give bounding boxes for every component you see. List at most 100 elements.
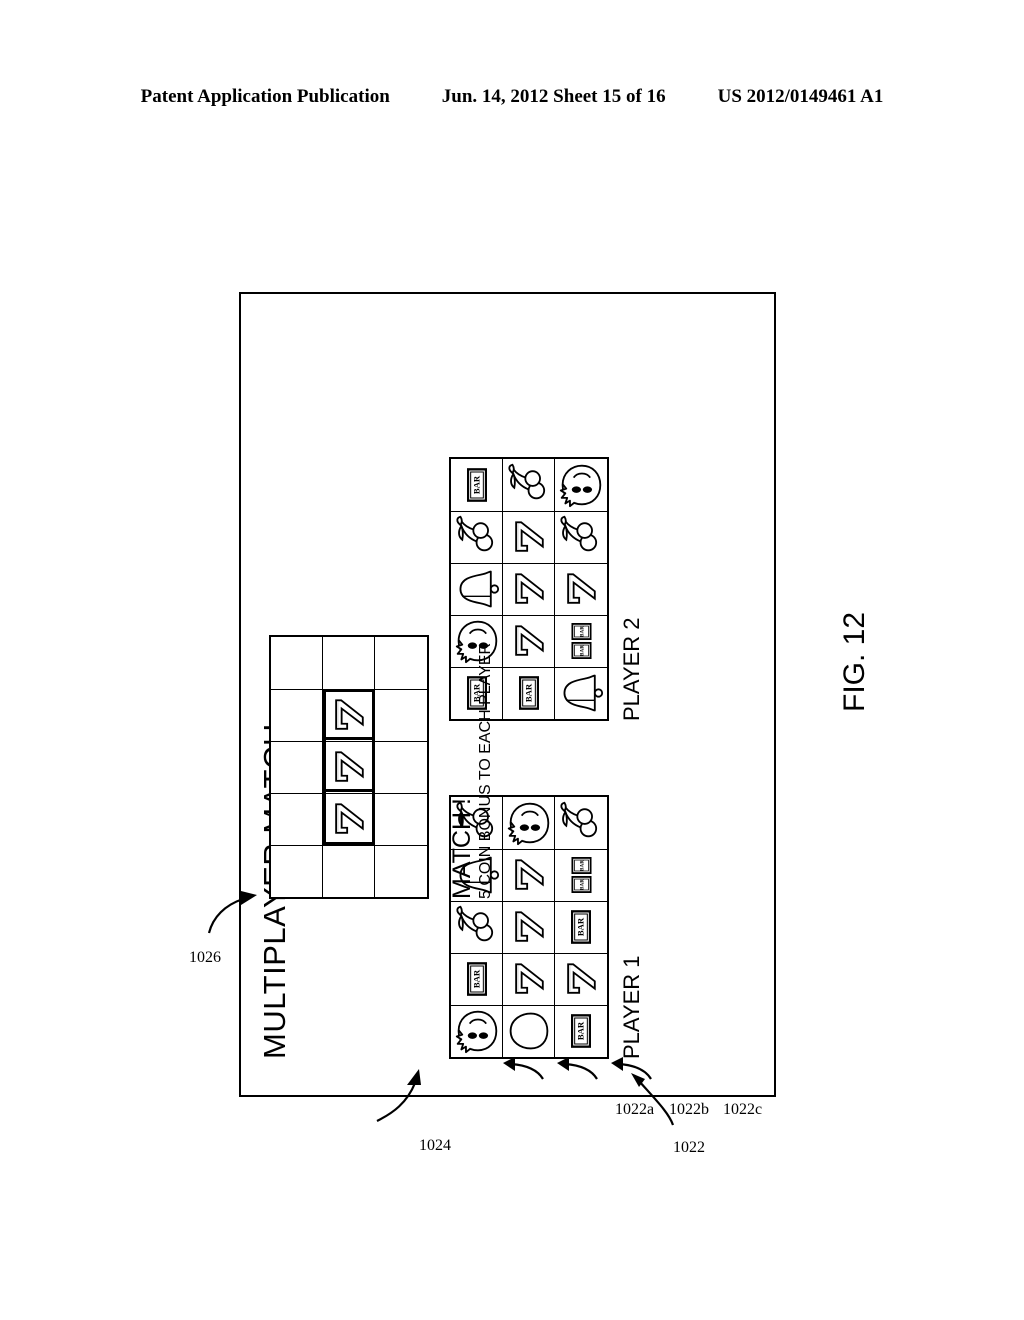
- player-2-reel-cell-r3c1: [555, 667, 607, 719]
- bonus-grid-wrapper: [269, 635, 429, 899]
- bonus-reel-cell-r1c3: [271, 741, 323, 793]
- cherry-icon: [455, 516, 493, 552]
- svg-text:BAR: BAR: [471, 970, 481, 989]
- svg-text:BAR: BAR: [579, 860, 585, 871]
- bonus-reel-cell-r2c5: [323, 637, 375, 689]
- seven-icon: [334, 803, 364, 835]
- figure-frame: MULTIPLAYER MATCH BARBARBARBARBAR PLAYER…: [189, 292, 776, 1156]
- patent-header: Patent Application Publication Jun. 14, …: [0, 86, 1024, 108]
- lead-line-1022a: [503, 1057, 544, 1080]
- seven-icon: [514, 963, 544, 995]
- publication-number: US 2012/0149461 A1: [717, 86, 884, 107]
- player-1-reel-cell-r2c1: [503, 1005, 555, 1057]
- svg-text:BAR: BAR: [576, 1022, 586, 1041]
- figure-label: FIG. 12: [838, 611, 871, 712]
- face-icon: [559, 464, 602, 508]
- player-2-reel-cell-r3c5: [555, 459, 607, 511]
- seven-icon: [567, 573, 596, 605]
- publication-date-sheet: Jun. 14, 2012 Sheet 15 of 16: [441, 86, 666, 107]
- double-bar-icon: BAR BAR: [570, 857, 592, 894]
- bonus-reel-cell-r1c1: [271, 845, 323, 897]
- player-1-reel-cell-r2c5: [503, 797, 555, 849]
- bell-icon: [563, 675, 604, 712]
- ref-1022: 1022: [673, 1139, 705, 1156]
- cherry-icon: [507, 463, 545, 500]
- player-1-reel-cell-r1c2: BAR: [451, 953, 503, 1005]
- bonus-reel-cell-r3c4: [375, 689, 427, 741]
- bonus-reel-cell-r1c2: [271, 793, 323, 845]
- svg-text:BAR: BAR: [579, 879, 585, 890]
- svg-text:BAR: BAR: [523, 684, 533, 703]
- ref-1022a: 1022a: [615, 1101, 655, 1118]
- lemon-icon: [509, 1013, 548, 1050]
- bonus-reel-cell-r3c1: [375, 845, 427, 897]
- figure-rotated-content: MULTIPLAYER MATCH BARBARBARBARBAR PLAYER…: [189, 294, 774, 1156]
- player-2-reel-cell-r3c3: [555, 563, 607, 615]
- seven-icon: [567, 963, 596, 995]
- svg-text:BAR: BAR: [579, 645, 585, 656]
- lead-line-1026: [207, 891, 257, 934]
- seven-icon: [514, 521, 544, 553]
- bar-icon: BAR: [518, 676, 539, 711]
- svg-text:BAR: BAR: [471, 475, 481, 494]
- bonus-reel-cell-r1c4: [271, 689, 323, 741]
- seven-icon: [514, 573, 544, 605]
- bonus-detail: 5 COIN BONUS TO EACH PLAYER: [477, 642, 495, 899]
- seven-icon: [514, 859, 544, 891]
- player-1-reel-cell-r1c3: [451, 901, 503, 953]
- ref-1022b: 1022b: [669, 1101, 709, 1118]
- player-1-reel-cell-r2c2: [503, 953, 555, 1005]
- player-2-reel-cell-r3c4: [555, 511, 607, 563]
- player-1-reel-cell-r3c1: BAR: [555, 1005, 607, 1057]
- player-1-label: PLAYER 1: [619, 955, 644, 1059]
- publication-type: Patent Application Publication: [140, 86, 390, 107]
- player-1-reel-cell-r2c3: [503, 901, 555, 953]
- player-2-reel-cell-r1c5: BAR: [451, 459, 503, 511]
- player-1-reel-cell-r3c3: BAR: [555, 901, 607, 953]
- bonus-reel-cell-r2c4: [323, 689, 375, 741]
- player-2-reel-cell-r3c2: BAR BAR: [555, 615, 607, 667]
- bonus-message: MATCH ! 5 COIN BONUS TO EACH PLAYER: [448, 642, 495, 899]
- seven-icon: [334, 699, 364, 731]
- player-1-reel-cell-r2c4: [503, 849, 555, 901]
- double-bar-icon: BAR BAR: [570, 623, 592, 660]
- seven-icon: [334, 751, 364, 783]
- player-1-reel-cell-r1c1: [451, 1005, 503, 1057]
- face-icon: [507, 802, 549, 846]
- seven-icon: [514, 625, 544, 657]
- seven-icon: [514, 911, 544, 943]
- bar-icon: BAR: [571, 1014, 591, 1049]
- player-1-reel-cell-r3c5: [555, 797, 607, 849]
- player-2-reel-cell-r2c4: [503, 511, 555, 563]
- bonus-reel-cell-r2c2: [323, 793, 375, 845]
- bar-icon: BAR: [466, 962, 487, 997]
- svg-text:BAR: BAR: [576, 918, 586, 937]
- cherry-icon: [455, 906, 493, 942]
- cherry-icon: [560, 801, 598, 838]
- player-2-reel-cell-r2c1: BAR: [503, 667, 555, 719]
- bonus-reel-cell-r3c2: [375, 793, 427, 845]
- bar-icon: BAR: [466, 468, 487, 502]
- ref-1022c: 1022c: [723, 1101, 763, 1118]
- lead-line-1022b: [557, 1057, 598, 1080]
- bonus-reel-grid[interactable]: [269, 635, 429, 899]
- bar-icon: BAR: [571, 910, 591, 945]
- lead-line-1022c: [611, 1057, 652, 1080]
- player-1-reel-cell-r3c2: [555, 953, 607, 1005]
- ref-1026: 1026: [189, 949, 221, 966]
- bonus-reel-cell-r3c5: [375, 637, 427, 689]
- bonus-reel-cell-r2c1: [323, 845, 375, 897]
- lead-line-1024: [376, 1069, 421, 1122]
- ref-1024: 1024: [419, 1137, 451, 1154]
- player-2-label: PLAYER 2: [619, 617, 644, 721]
- bonus-headline: MATCH !: [448, 798, 476, 899]
- face-icon: [455, 1011, 497, 1054]
- bonus-reel-cell-r3c3: [375, 741, 427, 793]
- player-2-reel-cell-r1c3: [451, 563, 503, 615]
- cherry-icon: [560, 516, 598, 552]
- player-2-reel-cell-r2c2: [503, 615, 555, 667]
- bonus-reel-cell-r1c5: [271, 637, 323, 689]
- bell-icon: [459, 571, 499, 608]
- player-1-reel-cell-r3c4: BAR BAR: [555, 849, 607, 901]
- svg-text:BAR: BAR: [579, 626, 585, 637]
